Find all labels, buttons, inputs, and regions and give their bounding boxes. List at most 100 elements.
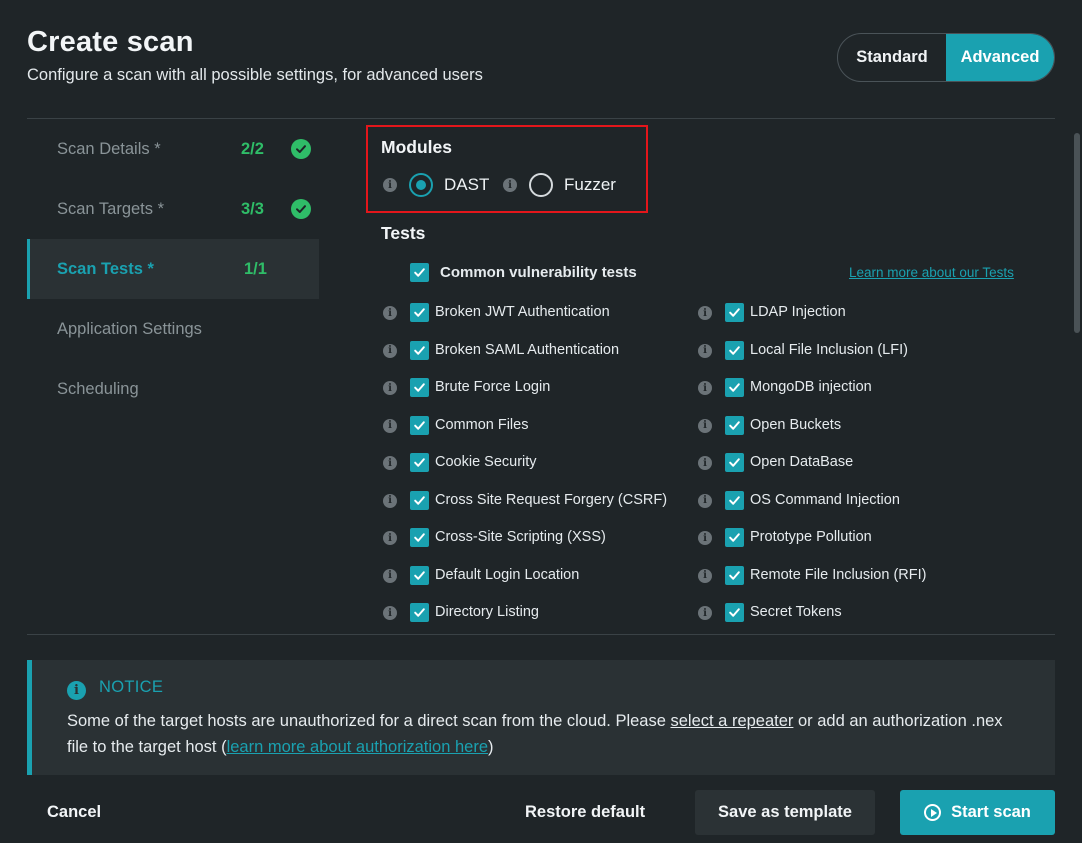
test-label: Secret Tokens [750,604,842,620]
test-checkbox[interactable] [410,453,429,472]
test-checkbox[interactable] [410,340,429,360]
test-checkbox[interactable] [410,565,429,585]
restore-default-button[interactable]: Restore default [525,790,645,835]
test-checkbox[interactable] [410,490,429,510]
test-label: Broken JWT Authentication [435,304,610,320]
step-label: Application Settings [57,319,202,338]
page-subtitle: Configure a scan with all possible setti… [27,66,483,84]
scrollbar[interactable] [1074,133,1080,333]
step-label: Scan Targets * [57,199,165,218]
test-checkbox[interactable] [725,340,744,360]
test-checkbox[interactable] [410,303,429,322]
info-icon[interactable]: i [698,456,712,470]
test-checkbox[interactable] [725,378,744,397]
modules-title: Modules [381,137,452,157]
dast-radio[interactable] [409,173,433,197]
mode-toggle: Standard Advanced [837,33,1055,82]
info-icon[interactable]: i [383,418,397,433]
test-checkbox[interactable] [725,490,744,510]
learn-more-tests-link[interactable]: Learn more about our Tests [849,265,1014,280]
cancel-button[interactable]: Cancel [47,790,101,835]
info-icon[interactable]: i [698,381,712,395]
start-scan-button[interactable]: Start scan [900,790,1055,835]
info-icon[interactable]: i [698,306,712,320]
test-checkbox[interactable] [725,528,744,547]
step-label: Scheduling [57,379,139,398]
step-scheduling[interactable]: Scheduling [27,359,319,419]
test-label: Directory Listing [435,604,539,620]
notice-text-part: Some of the target hosts are unauthorize… [67,712,671,730]
info-icon[interactable]: i [383,343,397,358]
notice-text: Some of the target hosts are unauthorize… [67,709,1027,760]
advanced-mode-button[interactable]: Advanced [946,34,1054,81]
start-scan-label: Start scan [951,803,1031,821]
info-circle-icon: i [67,681,86,700]
authorization-help-link[interactable]: learn more about authorization here [227,738,488,756]
info-icon[interactable]: i [383,568,397,583]
info-icon[interactable]: i [383,531,397,545]
steps-sidebar: Scan Details * 2/2 Scan Targets * 3/3 Sc… [27,119,319,419]
test-label: Cross-Site Scripting (XSS) [435,529,606,545]
test-label: Local File Inclusion (LFI) [750,341,908,358]
fuzzer-radio[interactable] [529,173,553,197]
play-circle-icon [924,804,942,821]
test-label: Open DataBase [750,454,854,470]
check-circle-icon [291,199,311,219]
info-icon[interactable]: i [698,531,712,545]
step-scan-tests[interactable]: Scan Tests * 1/1 [27,239,319,299]
test-label: Open Buckets [750,416,842,433]
info-icon[interactable]: i [383,178,397,192]
test-label: Broken SAML Authentication [435,341,620,358]
test-checkbox[interactable] [725,565,744,585]
step-scan-targets[interactable]: Scan Targets * 3/3 [27,179,319,239]
common-tests-checkbox[interactable] [410,263,429,282]
info-icon[interactable]: i [698,606,712,620]
fuzzer-label: Fuzzer [564,175,616,194]
common-tests-label: Common vulnerability tests [440,264,637,281]
test-checkbox[interactable] [725,603,744,622]
select-repeater-link[interactable]: select a repeater [671,712,794,730]
step-scan-details[interactable]: Scan Details * 2/2 [27,119,319,179]
info-icon[interactable]: i [698,568,712,583]
info-icon[interactable]: i [383,456,397,470]
test-label: Brute Force Login [435,379,551,395]
save-template-button[interactable]: Save as template [695,790,875,835]
check-circle-icon [291,139,311,159]
test-checkbox[interactable] [725,415,744,435]
tests-title: Tests [381,223,426,243]
test-checkbox[interactable] [725,303,744,322]
info-icon[interactable]: i [503,178,517,192]
test-label: Cross Site Request Forgery (CSRF) [435,491,668,508]
test-checkbox[interactable] [725,453,744,472]
step-count: 2/2 [241,139,264,158]
test-checkbox[interactable] [410,603,429,622]
info-icon[interactable]: i [383,381,397,395]
info-icon[interactable]: i [698,418,712,433]
test-label: MongoDB injection [750,379,872,395]
test-label: Remote File Inclusion (RFI) [750,566,927,583]
step-count: 1/1 [244,259,267,278]
page-title: Create scan [27,26,194,58]
info-icon[interactable]: i [383,493,397,508]
test-label: OS Command Injection [750,491,900,508]
info-icon[interactable]: i [698,493,712,508]
test-label: Default Login Location [435,566,580,583]
test-label: Cookie Security [435,454,537,470]
dast-label: DAST [444,175,490,194]
step-label: Scan Tests * [57,259,154,278]
notice-text-part: ) [488,737,494,756]
info-icon[interactable]: i [698,343,712,358]
test-label: Common Files [435,416,529,433]
test-checkbox[interactable] [410,415,429,435]
standard-mode-button[interactable]: Standard [838,34,946,81]
test-label: LDAP Injection [750,304,846,320]
info-icon[interactable]: i [383,606,397,620]
notice-title: NOTICE [99,678,164,696]
test-checkbox[interactable] [410,528,429,547]
step-application-settings[interactable]: Application Settings [27,299,319,359]
test-label: Prototype Pollution [750,529,872,545]
step-count: 3/3 [241,199,264,218]
test-checkbox[interactable] [410,378,429,397]
step-label: Scan Details * [57,139,161,158]
info-icon[interactable]: i [383,306,397,320]
